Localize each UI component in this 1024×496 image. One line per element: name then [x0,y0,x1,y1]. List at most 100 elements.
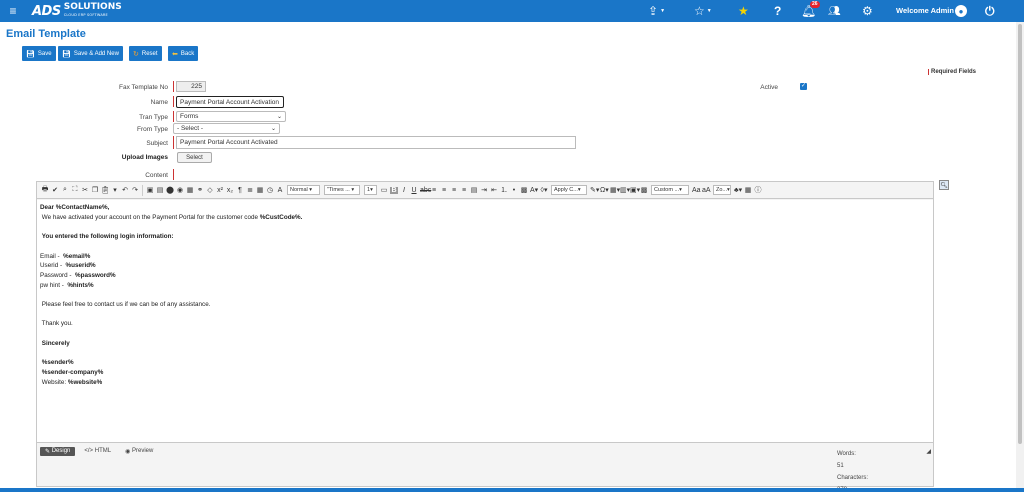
bulleted-list-icon[interactable]: • [510,187,518,194]
insert-table-icon[interactable]: ▦▾ [610,186,620,194]
superscript-icon[interactable]: x² [216,187,224,194]
module-manager-icon[interactable]: ▦ [744,186,752,194]
zoom-dropdown[interactable]: Zo... ▾ [713,185,731,195]
table-icon[interactable]: ▦ [256,186,264,194]
custom-dropdown[interactable]: Custom ... ▾ [651,185,689,195]
select-images-button[interactable]: Select [177,152,212,163]
company-logo[interactable]: ADS SOLUTIONS CLOUD ERP SOFTWARE [32,0,122,22]
starred-icon[interactable]: ★ [738,3,749,19]
password-label: Password - [40,271,74,279]
fax-template-no-field: 225 [176,81,206,92]
about-icon[interactable]: ⓘ [754,185,762,195]
editor-content-area[interactable]: Dear %ContactName%, We have activated yo… [37,200,933,443]
html-mode-tab[interactable]: </> HTML [79,447,116,455]
gear-icon[interactable]: ⚙ [862,3,873,19]
paste-options-icon[interactable]: ▾ [111,186,119,194]
undo-icon[interactable]: ↶ [121,186,129,194]
image-manager-icon[interactable]: ▩ [640,186,648,194]
reset-button[interactable]: ↻ Reset [129,46,162,61]
fullscreen-icon[interactable]: ⛶ [71,186,79,194]
bell-icon[interactable]: 🔔︎ 26 [801,1,820,19]
code-icon[interactable]: ◇ [206,186,214,194]
justify-icon[interactable]: ≡ [460,187,468,194]
size-dropdown[interactable]: 1 ▾ [364,185,377,195]
subscript-icon[interactable]: x₂ [226,187,234,194]
clock-icon[interactable]: ◷ [266,186,274,194]
preview-mode-tab[interactable]: ◉ Preview [120,447,158,456]
user-avatar-icon[interactable]: ● [955,5,967,17]
welcome-text[interactable]: Welcome Admin [896,6,954,15]
align-icon[interactable]: ≣ [246,186,254,194]
align-right-icon[interactable]: ≡ [450,187,458,194]
paint-format-icon[interactable]: ✎▾ [590,186,599,194]
from-type-select[interactable]: - Select - ⌄ [173,123,280,134]
back-button[interactable]: ⬅ Back [168,46,199,61]
save-button[interactable]: 💾︎ Save [22,46,56,61]
design-mode-tab[interactable]: ✎ Design [40,446,76,456]
apply-css-dropdown[interactable]: Apply C... ▾ [551,185,587,195]
numbered-list-icon[interactable]: ⒈ [500,185,508,195]
image-map-icon[interactable]: ▤ [156,186,164,194]
format-text-icon[interactable]: ♣▾ [734,186,742,194]
lowercase-icon[interactable]: aA [702,187,711,194]
italic-icon[interactable]: I [400,187,408,194]
document-icon[interactable]: ▦ [186,186,194,194]
print-icon[interactable]: 🖶︎ [41,185,49,196]
share-icon[interactable]: ⇪ ▼ [648,3,665,19]
subject-input[interactable]: Payment Portal Account Activated [176,136,576,149]
find-icon[interactable]: ⌕ [61,186,69,194]
copy-icon[interactable]: ❐ [91,186,99,194]
page-scrollbar[interactable] [1016,22,1024,488]
strikethrough-icon[interactable]: abc [420,187,431,194]
special-character-icon[interactable]: Ω▾ [600,186,609,194]
text-color-icon[interactable]: A▾ [530,186,538,194]
format-dropdown[interactable]: Normal ▾ [287,185,320,195]
help-icon[interactable]: ? [774,3,781,19]
size-dropdown-value: 1 [367,187,371,193]
active-checkbox[interactable]: ✓ [800,83,807,90]
redo-icon[interactable]: ↷ [131,186,139,194]
indent-icon[interactable]: ⇥ [480,186,488,194]
image-icon[interactable]: ▣ [146,186,154,194]
cut-icon[interactable]: ✂ [81,186,89,194]
custom-dropdown-value: Custom ... [654,187,680,193]
name-label: Name [150,99,168,106]
save-add-new-button[interactable]: 💾︎ Save & Add New [58,46,123,61]
scrollbar-thumb[interactable] [1018,24,1022,444]
required-marker [173,96,174,107]
list-options-icon[interactable]: ▩ [520,186,528,194]
form-elements-icon[interactable]: ▣▾ [630,186,640,194]
required-fields-note: Required Fields [928,69,976,75]
power-icon[interactable]: ⏻ [985,3,995,19]
align-center-icon[interactable]: ≡ [440,187,448,194]
format-stripper-icon[interactable]: A [276,187,284,194]
hamburger-icon[interactable]: ≡ [4,4,22,18]
pw-hint-label: pw hint - [40,281,66,289]
favorites-star-icon[interactable]: ☆ ▼ [694,3,712,19]
sincerely-text: Sincerely [41,339,70,347]
uppercase-icon[interactable]: Aa [692,187,701,194]
contact-us-text: Please feel free to contact us if we can… [41,301,211,309]
paste-icon[interactable]: 📋︎ [101,186,110,194]
spellcheck-icon[interactable]: ✔ [51,186,59,194]
highlight-color-icon[interactable]: ◊▾ [540,186,548,194]
bold-icon[interactable]: B [390,186,398,194]
name-input[interactable]: Payment Portal Account Activation [176,96,284,108]
justify-full-icon[interactable]: ▤ [470,186,478,194]
link-icon[interactable]: ⚭ [196,186,204,194]
logo-subtitle-tag: CLOUD ERP SOFTWARE [63,13,108,17]
format-painter-icon[interactable]: ▭ [380,186,388,194]
underline-icon[interactable]: U [410,187,418,194]
align-left-icon[interactable]: ≡ [430,187,438,194]
outdent-icon[interactable]: ⇤ [490,186,498,194]
flash-icon[interactable]: ⬤ [166,186,174,194]
magnifier-icon[interactable]: 🔍︎ [939,180,949,190]
media-icon[interactable]: ◉ [176,186,184,194]
users-icon[interactable]: 👥︎ [828,3,841,19]
table-properties-icon[interactable]: ▥▾ [620,186,630,194]
paragraph-icon[interactable]: ¶ [236,187,244,194]
resize-handle-icon[interactable]: ◢ [926,448,931,455]
font-dropdown[interactable]: "Times ... ▾ [324,185,360,195]
website-token: %website% [67,378,103,386]
tran-type-select[interactable]: Forms ⌄ [176,111,286,122]
